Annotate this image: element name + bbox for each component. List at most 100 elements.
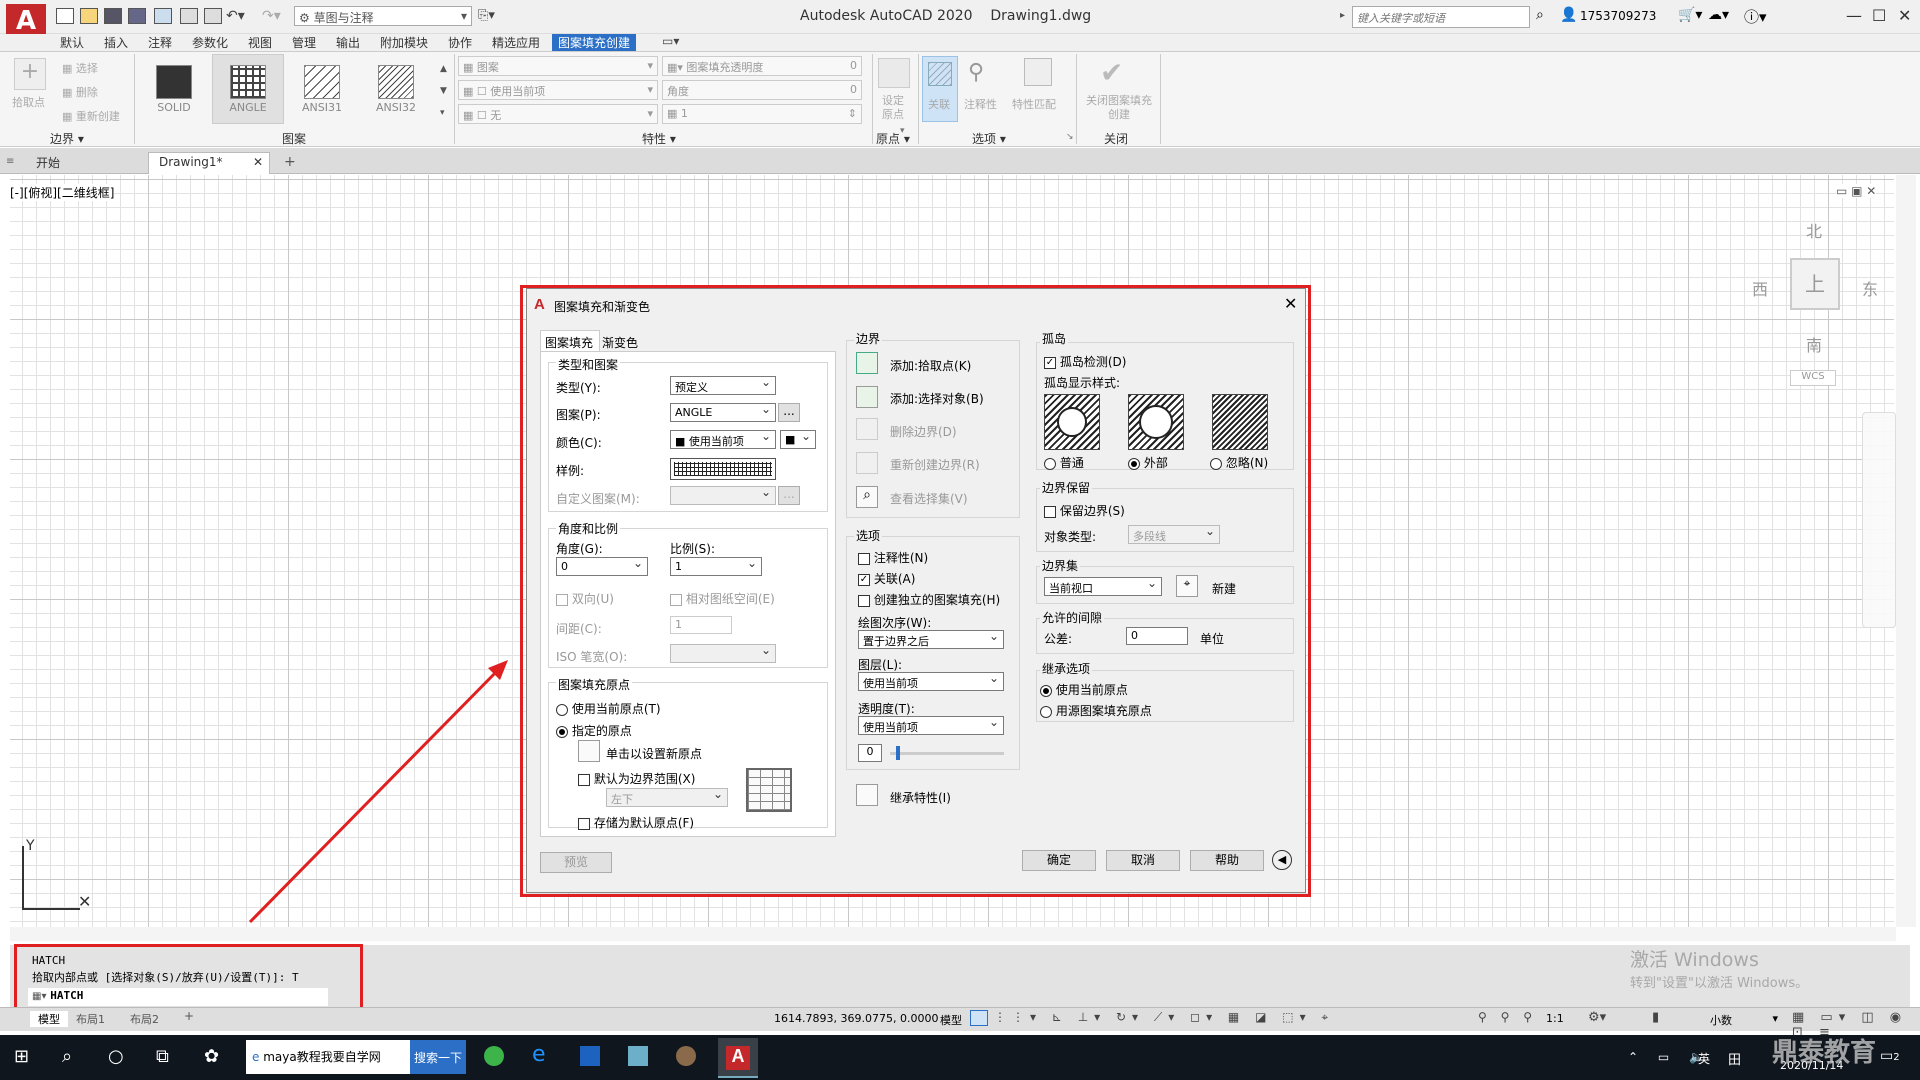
layer-dropdown[interactable]: 使用当前项 bbox=[858, 672, 1004, 691]
new-boundary-set-icon[interactable]: ⌖ bbox=[1176, 575, 1198, 597]
pattern-ansi31[interactable] bbox=[304, 65, 340, 99]
add-select-objects-button[interactable]: 添加:选择对象(B) bbox=[890, 390, 984, 407]
ime-indicator[interactable]: 英 bbox=[1698, 1050, 1710, 1067]
save-icon[interactable] bbox=[104, 8, 122, 24]
ribbon-toggle-icon[interactable]: ▭▾ bbox=[662, 34, 679, 48]
media-app-icon[interactable] bbox=[676, 1046, 696, 1066]
tab-start[interactable]: 开始 bbox=[26, 152, 146, 174]
dialog-close-icon[interactable]: ✕ bbox=[1284, 294, 1297, 313]
island-normal-radio[interactable]: 普通 bbox=[1044, 454, 1084, 471]
tab-default[interactable]: 默认 bbox=[60, 34, 84, 51]
options-panel-label[interactable]: 选项 ▾ bbox=[972, 130, 1006, 147]
help-button[interactable]: 帮助 bbox=[1190, 850, 1264, 871]
type-dropdown[interactable]: 预定义 bbox=[670, 376, 776, 395]
close-tab-icon[interactable]: ✕ bbox=[253, 155, 263, 169]
island-normal-icon[interactable] bbox=[1044, 394, 1100, 450]
edge-taskbar-icon[interactable]: e bbox=[532, 1042, 546, 1067]
application-menu-button[interactable]: A bbox=[6, 4, 46, 38]
inherit-use-source-radio[interactable]: 用源图案填充原点 bbox=[1040, 702, 1152, 719]
add-layout-icon[interactable]: + bbox=[184, 1009, 194, 1023]
viewcube-north[interactable]: 北 bbox=[1806, 218, 1822, 242]
hatch-scale-field[interactable]: ▦ 1 ⇕ bbox=[662, 104, 862, 124]
units-dropdown[interactable]: 小数 ▾ bbox=[1710, 1012, 1778, 1028]
inherit-use-current-radio[interactable]: 使用当前原点 bbox=[1040, 681, 1128, 698]
collapse-dialog-icon[interactable]: ◀ bbox=[1272, 850, 1292, 870]
viewport-controls-label[interactable]: [-][俯视][二维线框] bbox=[10, 184, 115, 201]
app-pinwheel-icon[interactable]: ✿ bbox=[204, 1046, 219, 1067]
pattern-browse-button[interactable]: ... bbox=[778, 403, 800, 422]
add-pick-points-button[interactable]: 添加:拾取点(K) bbox=[890, 357, 971, 374]
retain-boundaries-checkbox[interactable]: 保留边界(S) bbox=[1044, 502, 1125, 519]
draw-order-dropdown[interactable]: 置于边界之后 bbox=[858, 630, 1004, 649]
set-origin-icon[interactable] bbox=[878, 58, 910, 88]
inherit-properties-icon[interactable] bbox=[856, 784, 878, 806]
checkmark-icon[interactable]: ✔ bbox=[1100, 56, 1123, 89]
redo-icon[interactable]: ↷▾ bbox=[262, 8, 281, 24]
associative-checkbox[interactable]: ✓ 关联(A) bbox=[858, 570, 915, 587]
select-boundary-button[interactable]: ▦ 选择 bbox=[62, 60, 98, 76]
model-space-button[interactable]: 模型 bbox=[940, 1012, 962, 1028]
cancel-button[interactable]: 取消 bbox=[1106, 850, 1180, 871]
viewcube-east[interactable]: 东 bbox=[1862, 276, 1878, 300]
scale-dropdown[interactable]: 1 bbox=[670, 557, 762, 576]
ok-button[interactable]: 确定 bbox=[1022, 850, 1096, 871]
tab-manage[interactable]: 管理 bbox=[292, 34, 316, 51]
color-dropdown[interactable]: ■ 使用当前项 bbox=[670, 430, 776, 449]
pattern-swatch[interactable] bbox=[670, 458, 776, 480]
tab-hatch-creation[interactable]: 图案填充创建 bbox=[552, 34, 637, 51]
close-icon[interactable]: ✕ bbox=[1898, 6, 1911, 25]
windows-start-icon[interactable]: ⊞ bbox=[14, 1046, 29, 1067]
tab-view[interactable]: 视图 bbox=[248, 34, 272, 51]
transparency-dropdown[interactable]: 使用当前项 bbox=[858, 716, 1004, 735]
store-default-origin-checkbox[interactable]: 存储为默认原点(F) bbox=[578, 814, 694, 831]
use-current-origin-radio[interactable]: 使用当前原点(T) bbox=[556, 700, 661, 717]
inherit-properties-button[interactable]: 继承特性(I) bbox=[890, 789, 951, 806]
pattern-ansi32[interactable] bbox=[378, 65, 414, 99]
island-ignore-radio[interactable]: 忽略(N) bbox=[1210, 454, 1268, 471]
hatch-color-dropdown[interactable]: ▦ ☐ 使用当前项 ▾ bbox=[458, 80, 658, 100]
angle-dropdown[interactable]: 0 bbox=[556, 557, 648, 576]
tab-gradient[interactable]: 渐变色 bbox=[602, 334, 638, 351]
close-hatch-creation-button[interactable]: 关闭图案填充创建 bbox=[1082, 94, 1156, 122]
search-icon[interactable]: ⌕ bbox=[62, 1046, 72, 1067]
task-view-icon[interactable]: ⧉ bbox=[156, 1046, 169, 1067]
island-outer-icon[interactable] bbox=[1128, 394, 1184, 450]
tab-insert[interactable]: 插入 bbox=[104, 34, 128, 51]
tolerance-input[interactable]: 0 bbox=[1126, 627, 1188, 645]
island-outer-radio[interactable]: 外部 bbox=[1128, 454, 1168, 471]
cortana-icon[interactable]: ○ bbox=[108, 1046, 124, 1067]
transparency-slider-thumb[interactable] bbox=[896, 746, 900, 760]
set-new-origin-icon[interactable] bbox=[578, 740, 600, 762]
origin-panel-label[interactable]: 原点 ▾ bbox=[876, 130, 910, 147]
word-icon[interactable] bbox=[580, 1046, 600, 1066]
help-search-input[interactable]: 键入关键字或短语 bbox=[1352, 6, 1530, 28]
ime-keyboard-icon[interactable]: 田 bbox=[1728, 1049, 1741, 1068]
annotation-scale[interactable]: 1:1 bbox=[1546, 1012, 1564, 1025]
background-color-dropdown-dialog[interactable]: ■ bbox=[780, 430, 816, 449]
share-icon[interactable]: ⎘▾ bbox=[478, 8, 495, 23]
publish-icon[interactable] bbox=[180, 8, 198, 24]
help-icon[interactable]: ⓘ▾ bbox=[1744, 6, 1767, 27]
transparency-slider-track[interactable] bbox=[890, 752, 1004, 755]
open-file-icon[interactable] bbox=[80, 8, 98, 24]
properties-panel-label[interactable]: 特性 ▾ bbox=[642, 130, 676, 147]
user-icon[interactable]: 👤 bbox=[1560, 7, 1577, 23]
annotative-icon[interactable]: ⚲ bbox=[968, 60, 984, 85]
island-ignore-icon[interactable] bbox=[1212, 394, 1268, 450]
viewcube-face-top[interactable]: 上 bbox=[1790, 258, 1840, 310]
tab-addins[interactable]: 附加模块 bbox=[380, 34, 428, 51]
tab-output[interactable]: 输出 bbox=[336, 34, 360, 51]
viewcube-west[interactable]: 西 bbox=[1752, 276, 1768, 300]
remove-boundary-button[interactable]: ▦ 删除 bbox=[62, 84, 98, 100]
match-properties-icon[interactable] bbox=[1024, 58, 1052, 86]
browser-search-box[interactable]: e maya教程我要自学网 bbox=[246, 1040, 410, 1074]
recreate-boundary-button[interactable]: ▦ 重新创建 bbox=[62, 108, 120, 124]
default-to-extents-checkbox[interactable]: 默认为边界范围(X) bbox=[578, 770, 695, 787]
viewport-window-controls[interactable]: ▭ ▣ ✕ bbox=[1836, 184, 1877, 198]
specified-origin-radio[interactable]: 指定的原点 bbox=[556, 722, 632, 739]
tab-model[interactable]: 模型 bbox=[30, 1011, 68, 1027]
tab-layout1[interactable]: 布局1 bbox=[76, 1011, 105, 1027]
user-account[interactable]: 1753709273 bbox=[1580, 9, 1656, 23]
annotation-tools-icons[interactable]: ⚲ ⚲ ⚲ bbox=[1478, 1010, 1537, 1024]
cart-icon[interactable]: 🛒▾ bbox=[1678, 7, 1702, 23]
